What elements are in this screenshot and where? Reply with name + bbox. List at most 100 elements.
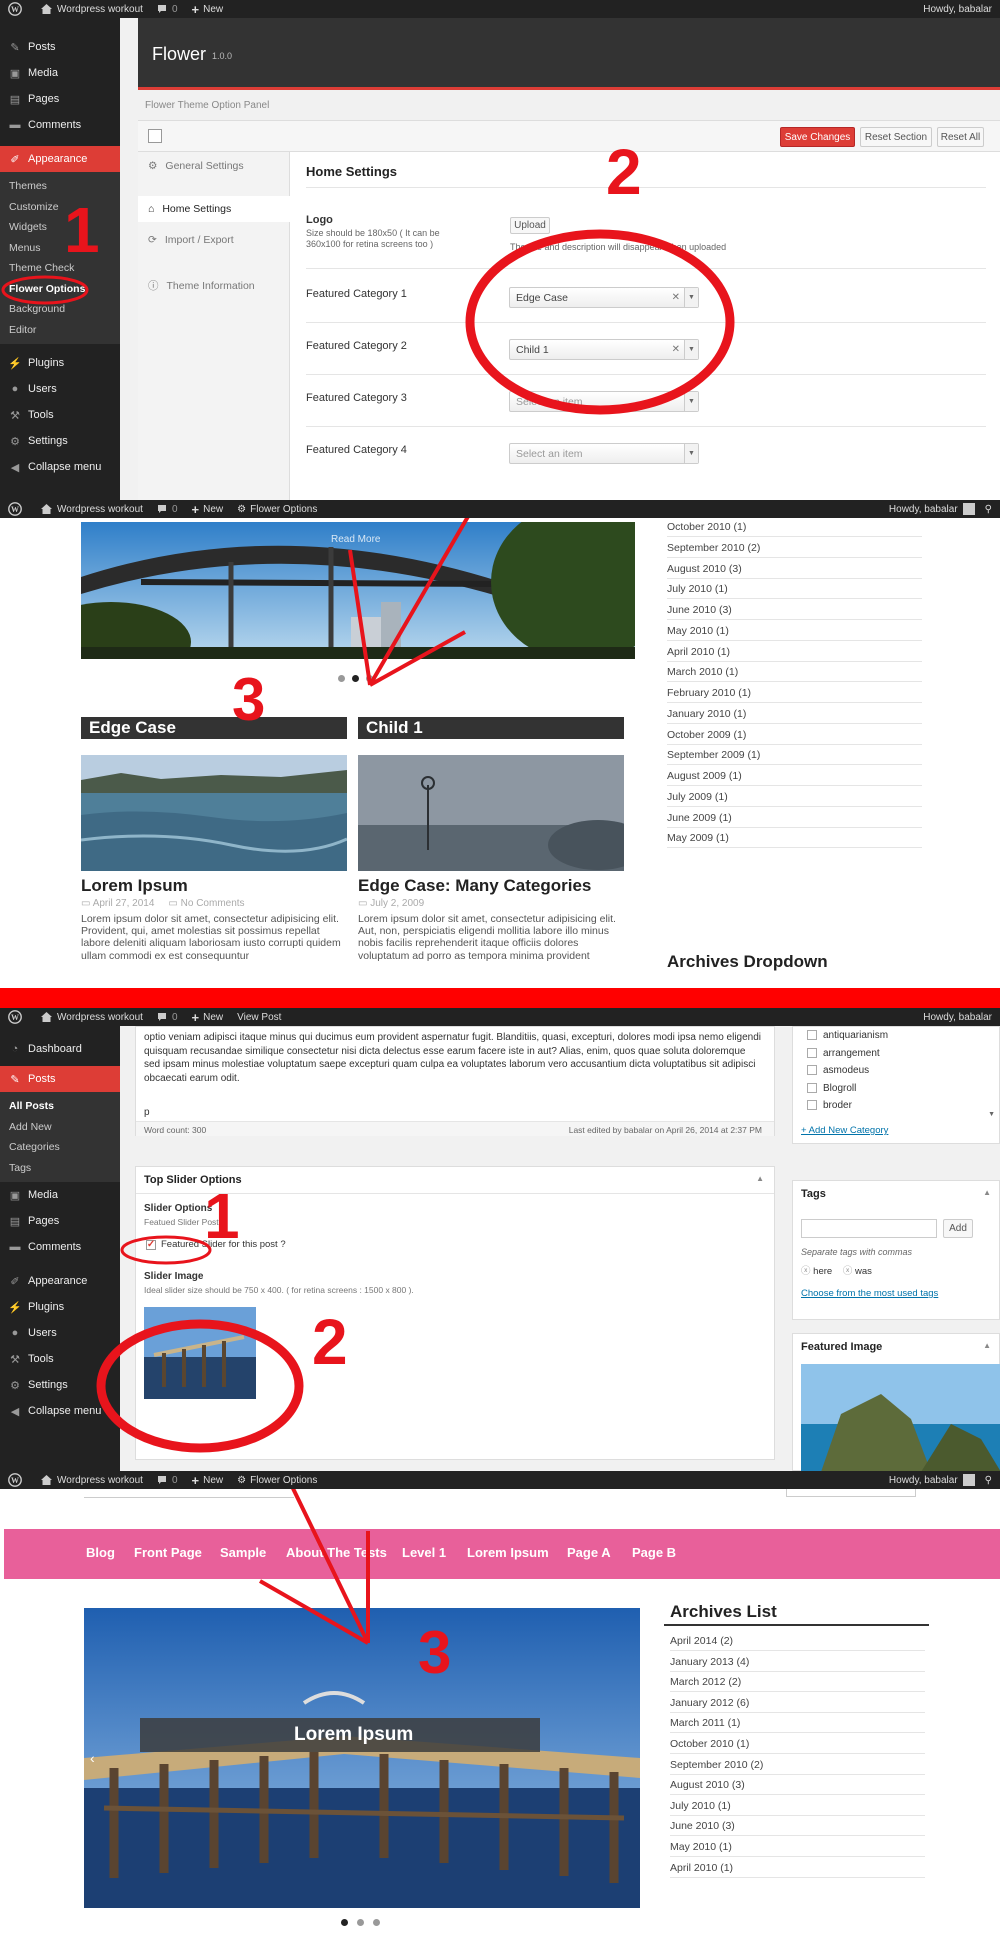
archive-item[interactable]: October 2010 (1) [670,1738,749,1750]
post-title[interactable]: Edge Case: Many Categories [358,876,591,896]
featured-image-thumbnail[interactable] [801,1364,1000,1471]
comments-link[interactable]: 0 [157,4,178,15]
archive-item[interactable]: August 2010 (3) [670,1779,745,1791]
archive-item[interactable]: June 2010 (3) [670,1820,735,1832]
checkbox-icon[interactable] [807,1100,817,1111]
site-name-link[interactable]: Wordpress workout [41,1475,143,1486]
new-link[interactable]: + New [192,1473,224,1488]
howdy-account[interactable]: Howdy, babalar ⚲ [889,1474,992,1486]
search-box-edge[interactable] [786,1489,916,1497]
submenu-customize[interactable]: Customize [0,197,120,218]
tab-home-settings[interactable]: ⌂ Home Settings [138,196,290,222]
category-checkbox-item[interactable]: asmodeus [807,1065,869,1076]
archive-item[interactable]: January 2010 (1) [667,708,746,720]
featured-category-edge-case[interactable]: Edge Case [81,717,347,739]
wordpress-logo-icon[interactable]: W [8,1010,27,1024]
nav-blog[interactable]: Blog [86,1545,115,1560]
archive-item[interactable]: June 2010 (3) [667,604,732,616]
site-name-link[interactable]: Wordpress workout [41,4,143,15]
category-checkbox-item[interactable]: arrangement [807,1048,880,1059]
new-link[interactable]: + New [192,2,224,17]
submenu-themes[interactable]: Themes [0,176,120,197]
archive-item[interactable]: September 2009 (1) [667,749,760,761]
tab-general-settings[interactable]: ⚙ General Settings [148,160,244,172]
menu-comments[interactable]: ▬ Comments [0,1234,120,1260]
submenu-tags[interactable]: Tags [0,1158,120,1179]
slider-prev-icon[interactable]: ‹ [90,1750,95,1766]
new-link[interactable]: + New [192,1010,224,1025]
archive-item[interactable]: October 2009 (1) [667,729,746,741]
category-checkbox-item[interactable]: Blogroll [807,1083,856,1094]
submenu-all-posts[interactable]: All Posts [0,1096,120,1117]
expand-icon[interactable] [148,129,162,143]
new-link[interactable]: + New [192,502,224,517]
submenu-widgets[interactable]: Widgets [0,217,120,238]
archive-item[interactable]: May 2010 (1) [667,625,729,637]
checkbox-icon[interactable] [807,1047,817,1058]
archive-item[interactable]: July 2009 (1) [667,791,728,803]
theme-options-link[interactable]: ⚙ Flower Options [237,1475,317,1486]
archive-item[interactable]: August 2010 (3) [667,563,742,575]
menu-plugins[interactable]: ⚡ Plugins [0,350,120,376]
archive-item[interactable]: April 2010 (1) [667,646,730,658]
slider-dot[interactable] [373,1919,380,1926]
search-icon[interactable]: ⚲ [985,504,992,515]
howdy-account[interactable]: Howdy, babalar [923,1012,992,1023]
view-post-link[interactable]: View Post [237,1012,281,1023]
main-slider-image[interactable]: Lorem Ipsum ‹ [84,1608,640,1908]
wordpress-logo-icon[interactable]: W [8,1473,27,1487]
featured-category-4-select[interactable]: Select an item ▼ [509,443,699,464]
menu-pages[interactable]: ▤ Pages [0,86,120,112]
category-checkbox-item[interactable]: antiquarianism [807,1030,888,1041]
menu-pages[interactable]: ▤ Pages [0,1208,120,1234]
nav-level-1[interactable]: Level 1 [402,1545,446,1560]
tab-theme-information[interactable]: ⓘ Theme Information [148,278,255,293]
tag-remove-icon[interactable]: ⓧ [801,1266,811,1277]
wordpress-logo-icon[interactable]: W [8,502,27,516]
archive-item[interactable]: March 2012 (2) [670,1676,741,1688]
archive-item[interactable]: August 2009 (1) [667,770,742,782]
archive-item[interactable]: April 2010 (1) [670,1862,733,1874]
featured-category-child-1[interactable]: Child 1 [358,717,624,739]
archive-item[interactable]: March 2011 (1) [670,1717,740,1729]
checkbox-icon[interactable] [807,1065,817,1076]
site-name-link[interactable]: Wordpress workout [41,1012,143,1023]
archive-item[interactable]: May 2010 (1) [670,1841,732,1853]
site-name-link[interactable]: Wordpress workout [41,504,143,515]
archive-item[interactable]: September 2010 (2) [667,542,760,554]
menu-appearance[interactable]: ✐ Appearance [0,1268,120,1294]
wordpress-logo-icon[interactable]: W [8,2,27,16]
save-changes-button[interactable]: Save Changes [780,127,855,147]
collapse-arrow-icon[interactable]: ▲ [983,1188,991,1197]
archive-item[interactable]: February 2010 (1) [667,687,751,699]
tab-import-export[interactable]: ⟳ Import / Export [148,234,234,246]
tag-input[interactable] [801,1219,937,1238]
choose-most-used-tags-link[interactable]: Choose from the most used tags [801,1288,938,1299]
menu-posts[interactable]: ✎ Posts [0,1066,120,1092]
menu-posts[interactable]: ✎ Posts [0,34,120,60]
archive-item[interactable]: June 2009 (1) [667,812,732,824]
archive-item[interactable]: October 2010 (1) [667,521,746,533]
post-thumbnail-foggy-windmill[interactable] [358,755,624,871]
comments-link[interactable]: 0 [157,1475,178,1486]
howdy-account[interactable]: Howdy, babalar [923,4,992,15]
archive-item[interactable]: September 2010 (2) [670,1759,763,1771]
slider-dot-active[interactable] [341,1919,348,1926]
category-checkbox-item[interactable]: broder [807,1100,852,1111]
archive-item[interactable]: May 2009 (1) [667,832,729,844]
submenu-add-new[interactable]: Add New [0,1117,120,1138]
submenu-categories[interactable]: Categories [0,1137,120,1158]
archive-item[interactable]: January 2013 (4) [670,1656,749,1668]
checkbox-icon[interactable] [807,1082,817,1093]
menu-comments[interactable]: ▬ Comments [0,112,120,138]
collapse-arrow-icon[interactable]: ▲ [983,1341,991,1350]
nav-lorem-ipsum[interactable]: Lorem Ipsum [467,1545,549,1560]
nav-page-b[interactable]: Page B [632,1545,676,1560]
nav-page-a[interactable]: Page A [567,1545,611,1560]
reset-section-button[interactable]: Reset Section [860,127,932,147]
post-editor[interactable]: optio veniam adipisci itaque minus qui d… [135,1026,775,1136]
tag-remove-icon[interactable]: ⓧ [843,1266,853,1277]
checkbox-icon[interactable] [807,1030,817,1041]
search-icon[interactable]: ⚲ [985,1475,992,1486]
scroll-arrow-icon[interactable]: ▼ [988,1111,995,1118]
